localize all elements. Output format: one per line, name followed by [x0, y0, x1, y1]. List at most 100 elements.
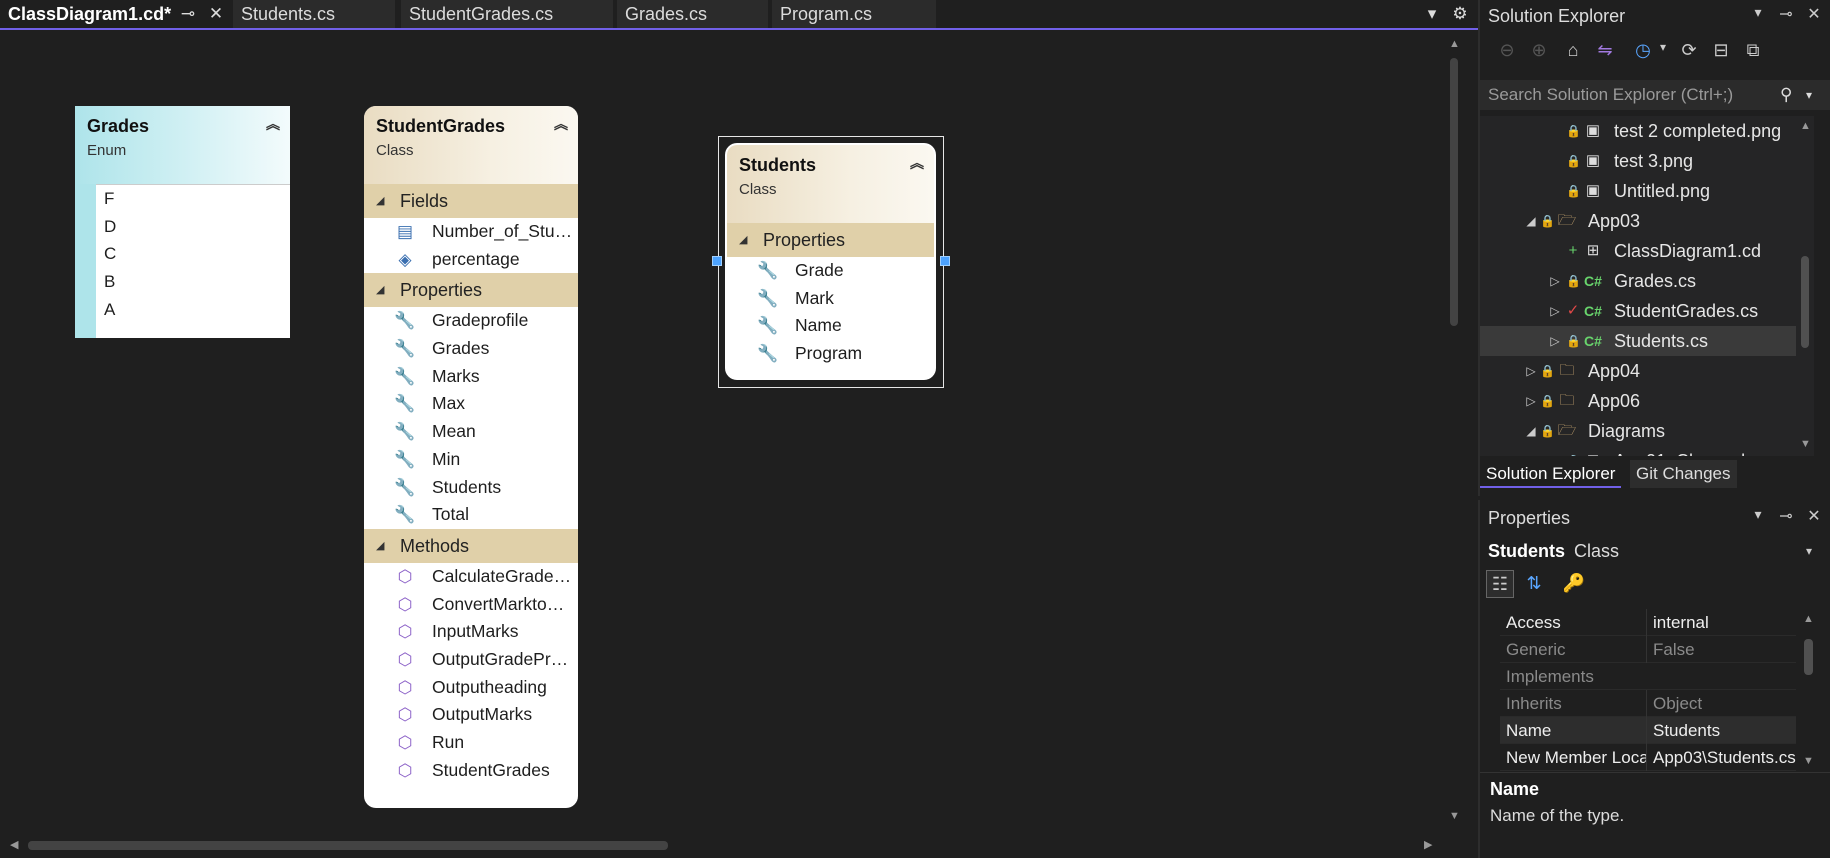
- collapse-triangle-icon[interactable]: ◢: [376, 273, 384, 307]
- collapsed-icon[interactable]: ▷: [1548, 326, 1562, 356]
- property-row[interactable]: New Member LocationApp03\Students.cs: [1500, 744, 1796, 771]
- compartment-properties[interactable]: ◢ Properties: [364, 273, 578, 308]
- scroll-thumb[interactable]: [1801, 256, 1809, 348]
- search-icon[interactable]: ⚲: [1780, 80, 1792, 110]
- scroll-down-icon[interactable]: ▼: [1449, 810, 1460, 822]
- close-icon[interactable]: ✕: [1804, 4, 1824, 24]
- search-input[interactable]: Search Solution Explorer (Ctrl+;) ⚲ ▾: [1480, 80, 1830, 110]
- close-icon[interactable]: ✕: [205, 0, 227, 28]
- scroll-thumb[interactable]: [1450, 58, 1458, 326]
- property-item[interactable]: 🔧 Students: [364, 474, 578, 502]
- refresh-icon[interactable]: ⟳: [1676, 40, 1702, 61]
- method-item[interactable]: ⬡ OutputGradePr…: [364, 646, 578, 674]
- method-item[interactable]: ⬡ Run: [364, 729, 578, 757]
- tab-git-changes[interactable]: Git Changes: [1630, 460, 1737, 488]
- field-item[interactable]: ▤ Number_of_Stu…: [364, 218, 578, 246]
- scroll-thumb[interactable]: [1804, 639, 1813, 675]
- expanded-icon[interactable]: ◢: [1524, 416, 1538, 446]
- scroll-up-icon[interactable]: ▲: [1449, 38, 1460, 50]
- property-value[interactable]: App03\Students.cs: [1646, 744, 1796, 771]
- property-value[interactable]: False: [1646, 636, 1796, 663]
- property-item[interactable]: 🔧 Gradeprofile: [364, 307, 578, 335]
- collapse-all-icon[interactable]: ⊟: [1708, 40, 1734, 61]
- dropdown-icon[interactable]: ▾: [1748, 506, 1768, 523]
- tree-item-selected[interactable]: ▷ 🔒 C# Students.cs: [1480, 326, 1796, 356]
- property-item[interactable]: 🔧 Grades: [364, 335, 578, 363]
- property-item[interactable]: 🔧 Mark: [727, 285, 934, 313]
- property-grid-scrollbar[interactable]: ▲ ▼: [1800, 609, 1816, 771]
- alphabetical-icon[interactable]: ⇅: [1520, 570, 1548, 598]
- enum-value[interactable]: F: [96, 185, 290, 213]
- pin-icon[interactable]: ⊸: [178, 0, 198, 28]
- property-item[interactable]: 🔧 Min: [364, 446, 578, 474]
- tree-item[interactable]: ◢ 🔒 🗁 App03: [1480, 206, 1796, 236]
- tree-item[interactable]: 🔒 ▣ Untitled.png: [1480, 176, 1796, 206]
- collapsed-icon[interactable]: ▷: [1548, 266, 1562, 296]
- studentgrades-class-shape[interactable]: StudentGrades Class ︽ ◢ Fields ▤ Number_of…: [364, 106, 578, 808]
- students-class-shape[interactable]: Students Class ︽ ◢ Properties 🔧 Grade 🔧 Mar…: [725, 143, 936, 380]
- property-item[interactable]: 🔧 Marks: [364, 363, 578, 391]
- switch-views-icon[interactable]: ⇋: [1592, 40, 1618, 61]
- scroll-right-icon[interactable]: ▶: [1424, 839, 1432, 851]
- dropdown-icon[interactable]: ▾: [1748, 4, 1768, 21]
- pending-changes-icon[interactable]: ◷: [1630, 40, 1656, 61]
- dropdown-icon[interactable]: ▾: [1806, 80, 1812, 110]
- collapse-triangle-icon[interactable]: ◢: [376, 184, 384, 218]
- home-icon[interactable]: ⌂: [1560, 40, 1586, 61]
- scroll-left-icon[interactable]: ◀: [10, 839, 18, 851]
- property-row-selected[interactable]: Name Students: [1500, 717, 1796, 744]
- tree-item[interactable]: ▷ 🔒 🗀 App04: [1480, 356, 1796, 386]
- property-item[interactable]: 🔧 Grade: [727, 257, 934, 285]
- tree-item[interactable]: 🔒⊞ App01_Class.cd: [1480, 446, 1796, 456]
- property-row[interactable]: Implements: [1500, 663, 1796, 690]
- tab-grades-cs[interactable]: Grades.cs: [617, 0, 768, 28]
- field-item[interactable]: ◈ percentage: [364, 246, 578, 274]
- property-value[interactable]: internal: [1646, 609, 1796, 636]
- property-item[interactable]: 🔧 Total: [364, 501, 578, 529]
- tree-item[interactable]: ▷ 🔒 🗀 App06: [1480, 386, 1796, 416]
- method-item[interactable]: ⬡ OutputMarks: [364, 701, 578, 729]
- enum-value[interactable]: B: [96, 268, 290, 296]
- canvas-horizontal-scrollbar[interactable]: ◀ ▶: [0, 834, 1446, 856]
- compartment-fields[interactable]: ◢ Fields: [364, 184, 578, 218]
- settings-icon[interactable]: ⚙: [1448, 0, 1472, 28]
- compartment-methods[interactable]: ◢ Methods: [364, 528, 578, 563]
- enum-value[interactable]: C: [96, 240, 290, 268]
- enum-value[interactable]: D: [96, 213, 290, 241]
- method-item[interactable]: ⬡ Outputheading: [364, 674, 578, 702]
- collapsed-icon[interactable]: ▷: [1524, 386, 1538, 416]
- scroll-thumb[interactable]: [28, 841, 668, 850]
- collapsed-icon[interactable]: ▷: [1548, 296, 1562, 326]
- enum-value[interactable]: A: [96, 296, 290, 324]
- collapse-icon[interactable]: ︽: [266, 114, 280, 134]
- categorized-icon[interactable]: ☷: [1486, 570, 1514, 598]
- scroll-up-icon[interactable]: ▲: [1800, 120, 1811, 132]
- collapsed-icon[interactable]: ▷: [1524, 356, 1538, 386]
- method-item[interactable]: ⬡ InputMarks: [364, 618, 578, 646]
- property-item[interactable]: 🔧 Mean: [364, 418, 578, 446]
- property-item[interactable]: 🔧 Program: [727, 340, 934, 368]
- scroll-down-icon[interactable]: ▼: [1803, 755, 1814, 767]
- tree-vertical-scrollbar[interactable]: ▲ ▼: [1796, 116, 1814, 456]
- object-selector[interactable]: Students Class ▾: [1480, 536, 1830, 566]
- property-pages-icon[interactable]: 🔑: [1560, 570, 1588, 598]
- tab-classdiagram1[interactable]: ClassDiagram1.cd*: [0, 0, 196, 28]
- tab-studentgrades-cs[interactable]: StudentGrades.cs: [401, 0, 613, 28]
- tab-program-cs[interactable]: Program.cs: [772, 0, 936, 28]
- pin-icon[interactable]: ⊸: [1776, 4, 1796, 24]
- property-row[interactable]: Generic False: [1500, 636, 1796, 663]
- property-item[interactable]: 🔧 Max: [364, 390, 578, 418]
- collapse-icon[interactable]: ︽: [554, 114, 568, 134]
- grades-enum-shape[interactable]: Grades Enum ︽ F D C B A: [75, 106, 290, 338]
- collapse-triangle-icon[interactable]: ◢: [739, 223, 747, 257]
- tree-item[interactable]: 🔒 ▣ test 2 completed.png: [1480, 116, 1796, 146]
- tree-item[interactable]: ▷ 🔒 C# Grades.cs: [1480, 266, 1796, 296]
- property-row[interactable]: Access internal: [1500, 609, 1796, 636]
- property-row[interactable]: Inherits Object: [1500, 690, 1796, 717]
- expanded-icon[interactable]: ◢: [1524, 206, 1538, 236]
- canvas-vertical-scrollbar[interactable]: ▲ ▼: [1446, 32, 1462, 828]
- scroll-up-icon[interactable]: ▲: [1803, 613, 1814, 625]
- tree-item[interactable]: 🔒 ▣ test 3.png: [1480, 146, 1796, 176]
- property-value[interactable]: Students: [1646, 717, 1796, 744]
- collapse-icon[interactable]: ︽: [910, 153, 924, 173]
